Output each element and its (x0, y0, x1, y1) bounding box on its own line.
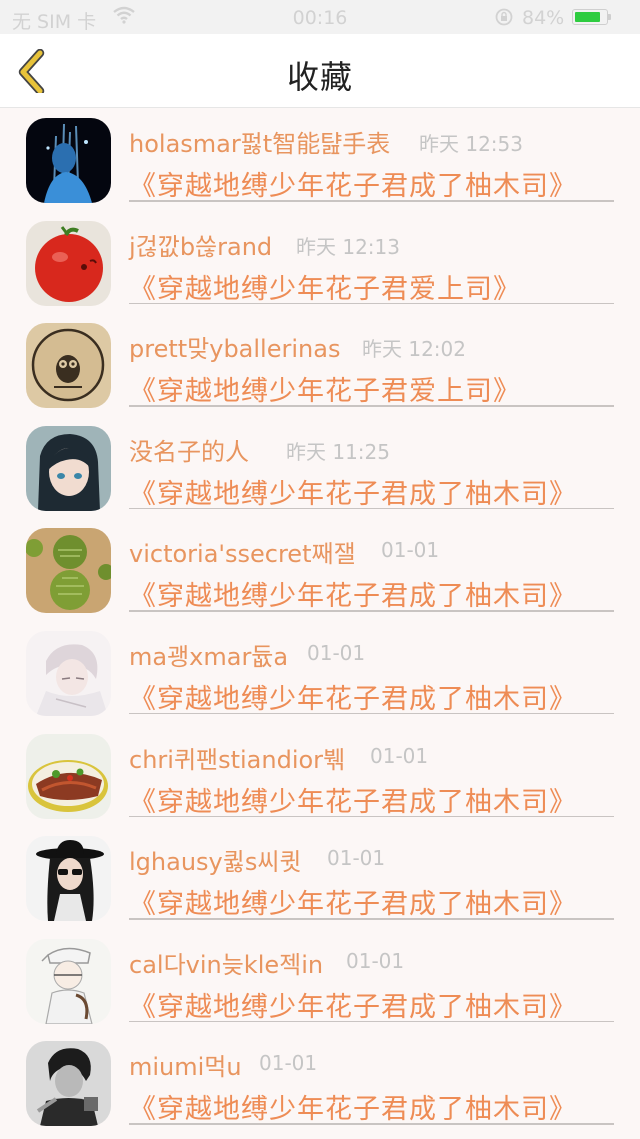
row-divider (129, 815, 614, 818)
avatar (26, 733, 111, 819)
favorite-time: 昨天 12:53 (419, 132, 523, 156)
list-item[interactable]: chri퀴팬stiandior붺 01-01 《穿越地缚少年花子君成了柚木司》 (0, 724, 640, 827)
favorite-name: miumi먹u (129, 1053, 242, 1082)
favorite-name: ma괭xmar듒a (129, 642, 289, 671)
list-item[interactable]: 没名子的人 昨天 11:25 《穿越地缚少年花子君成了柚木司》 (0, 416, 640, 519)
favorite-book-title: 《穿越地缚少年花子君成了柚木司》 (129, 171, 577, 202)
favorite-name: prett맞yballerinas (129, 335, 341, 364)
favorite-book-title: 《穿越地缚少年花子君成了柚木司》 (129, 1094, 577, 1126)
battery-icon (572, 9, 611, 25)
avatar (26, 425, 111, 511)
favorite-time: 01-01 (370, 743, 429, 768)
row-divider (129, 302, 614, 305)
favorite-book-title: 《穿越地缚少年花子君成了柚木司》 (129, 786, 577, 818)
favorite-book-title: 《穿越地缚少年花子君成了柚木司》 (129, 991, 577, 1023)
favorite-name: lghausy큃s씨큇 (129, 848, 302, 877)
favorite-name: 没名子的人 (129, 437, 249, 466)
favorite-time: 昨天 12:02 (362, 337, 466, 362)
battery-percent: 84% (522, 7, 565, 29)
favorite-time: 昨天 11:25 (286, 439, 390, 464)
list-item[interactable]: ma괭xmar듒a 01-01 《穿越地缚少年花子君成了柚木司》 (0, 621, 640, 724)
favorite-time: 01-01 (346, 948, 405, 973)
favorite-book-title: 《穿越地缚少年花子君成了柚木司》 (129, 889, 577, 921)
list-item[interactable]: prett맞yballerinas 昨天 12:02 《穿越地缚少年花子君爱上司… (0, 313, 640, 416)
row-divider (129, 1020, 614, 1023)
row-divider (129, 200, 614, 202)
list-item[interactable]: holasmar펋t智能턆手表 昨天 12:53 《穿越地缚少年花子君成了柚木司… (0, 108, 640, 211)
favorite-book-title: 《穿越地缚少年花子君成了柚木司》 (129, 683, 577, 715)
favorite-name: chri퀴팬stiandior붺 (129, 745, 346, 774)
favorite-book-title: 《穿越地缚少年花子君爱上司》 (129, 273, 521, 305)
avatar (26, 528, 111, 614)
list-item[interactable]: j걶깞b쓶rand 昨天 12:13 《穿越地缚少年花子君爱上司》 (0, 211, 640, 314)
favorite-book-title: 《穿越地缚少年花子君爱上司》 (129, 376, 521, 408)
favorite-time: 01-01 (381, 538, 440, 563)
favorite-book-title: 《穿越地缚少年花子君成了柚木司》 (129, 581, 577, 613)
row-divider (129, 507, 614, 510)
favorite-time: 01-01 (327, 846, 386, 871)
avatar (26, 1041, 111, 1127)
favorite-name: victoria'ssecret째잴 (129, 540, 356, 569)
row-divider (129, 405, 614, 407)
navigation-bar: 收藏 (0, 34, 640, 108)
favorite-time: 01-01 (259, 1051, 318, 1076)
list-item[interactable]: victoria'ssecret째잴 01-01 《穿越地缚少年花子君成了柚木司… (0, 518, 640, 621)
status-bar: 无 SIM 卡 00:16 84% (0, 0, 640, 34)
avatar (26, 938, 111, 1024)
avatar (26, 630, 111, 716)
favorite-name: holasmar펋t智能턆手表 (129, 130, 391, 158)
list-item[interactable]: cal다vin늦kle젝in 01-01 《穿越地缚少年花子君成了柚木司》 (0, 929, 640, 1032)
favorite-name: j걶깞b쓶rand (129, 232, 273, 261)
avatar (26, 836, 111, 922)
avatar (26, 118, 111, 203)
page-title: 收藏 (286, 58, 353, 96)
favorite-book-title: 《穿越地缚少年花子君成了柚木司》 (129, 478, 577, 510)
favorites-list: holasmar펋t智能턆手表 昨天 12:53 《穿越地缚少年花子君成了柚木司… (0, 108, 640, 1134)
row-divider (129, 712, 614, 715)
list-item[interactable]: lghausy큃s씨큇 01-01 《穿越地缚少年花子君成了柚木司》 (0, 826, 640, 929)
row-divider (129, 610, 614, 612)
favorite-name: cal다vin늦kle젝in (129, 950, 324, 979)
avatar (26, 220, 111, 306)
avatar (26, 323, 111, 409)
favorite-time: 01-01 (307, 640, 366, 665)
favorite-time: 昨天 12:13 (296, 234, 400, 259)
row-divider (129, 918, 614, 920)
list-item[interactable]: miumi먹u 01-01 《穿越地缚少年花子君成了柚木司》 (0, 1031, 640, 1134)
row-divider (129, 1123, 614, 1125)
rotation-lock-icon (494, 7, 514, 32)
